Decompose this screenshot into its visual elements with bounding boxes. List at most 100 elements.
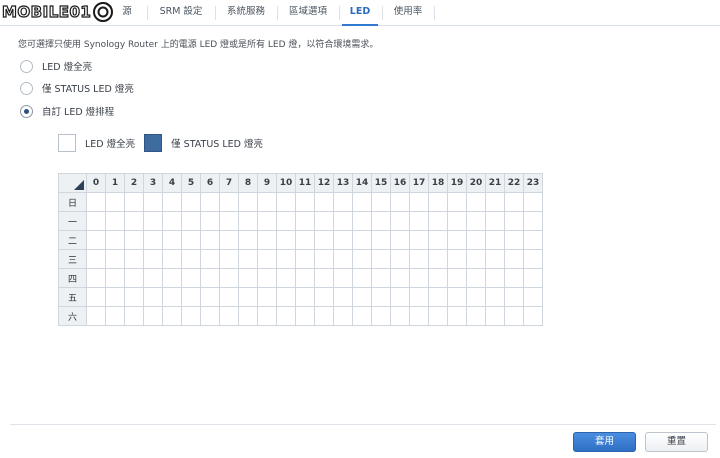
schedule-cell[interactable] bbox=[504, 192, 524, 212]
schedule-cell[interactable] bbox=[86, 230, 106, 250]
schedule-cell[interactable] bbox=[86, 249, 106, 269]
hour-header[interactable]: 21 bbox=[485, 173, 505, 193]
schedule-cell[interactable] bbox=[295, 287, 315, 307]
schedule-cell[interactable] bbox=[200, 211, 220, 231]
schedule-cell[interactable] bbox=[428, 249, 448, 269]
hour-header[interactable]: 12 bbox=[314, 173, 334, 193]
schedule-cell[interactable] bbox=[124, 230, 144, 250]
schedule-cell[interactable] bbox=[409, 306, 429, 326]
schedule-cell[interactable] bbox=[333, 249, 353, 269]
schedule-cell[interactable] bbox=[238, 211, 258, 231]
option-status-only[interactable]: 僅 STATUS LED 燈亮 bbox=[20, 81, 134, 95]
schedule-cell[interactable] bbox=[504, 268, 524, 288]
radio-status-only[interactable] bbox=[20, 81, 33, 95]
day-header[interactable]: 四 bbox=[58, 268, 87, 288]
schedule-cell[interactable] bbox=[314, 249, 334, 269]
radio-custom-schedule[interactable] bbox=[20, 104, 33, 118]
schedule-cell[interactable] bbox=[86, 287, 106, 307]
schedule-cell[interactable] bbox=[409, 287, 429, 307]
hour-header[interactable]: 15 bbox=[371, 173, 391, 193]
radio-all-on[interactable] bbox=[20, 59, 33, 73]
schedule-cell[interactable] bbox=[181, 268, 201, 288]
schedule-cell[interactable] bbox=[124, 211, 144, 231]
schedule-cell[interactable] bbox=[295, 211, 315, 231]
schedule-cell[interactable] bbox=[352, 211, 372, 231]
schedule-cell[interactable] bbox=[409, 230, 429, 250]
schedule-cell[interactable] bbox=[181, 230, 201, 250]
schedule-cell[interactable] bbox=[314, 192, 334, 212]
schedule-cell[interactable] bbox=[371, 287, 391, 307]
schedule-cell[interactable] bbox=[86, 192, 106, 212]
schedule-cell[interactable] bbox=[352, 287, 372, 307]
schedule-cell[interactable] bbox=[352, 192, 372, 212]
schedule-cell[interactable] bbox=[86, 268, 106, 288]
schedule-cell[interactable] bbox=[105, 211, 125, 231]
tab-system-services[interactable]: 系統服務 bbox=[220, 0, 272, 26]
option-custom-schedule[interactable]: 自訂 LED 燈排程 bbox=[20, 104, 114, 118]
schedule-cell[interactable] bbox=[409, 192, 429, 212]
schedule-cell[interactable] bbox=[466, 192, 486, 212]
hour-header[interactable]: 0 bbox=[86, 173, 106, 193]
schedule-cell[interactable] bbox=[447, 211, 467, 231]
schedule-cell[interactable] bbox=[124, 268, 144, 288]
hour-header[interactable]: 20 bbox=[466, 173, 486, 193]
apply-button[interactable]: 套用 bbox=[573, 432, 636, 452]
day-header[interactable]: 五 bbox=[58, 287, 87, 307]
schedule-cell[interactable] bbox=[447, 249, 467, 269]
schedule-cell[interactable] bbox=[257, 249, 277, 269]
schedule-cell[interactable] bbox=[390, 211, 410, 231]
schedule-cell[interactable] bbox=[276, 192, 296, 212]
schedule-cell[interactable] bbox=[523, 230, 543, 250]
schedule-cell[interactable] bbox=[200, 249, 220, 269]
schedule-cell[interactable] bbox=[295, 192, 315, 212]
schedule-cell[interactable] bbox=[105, 192, 125, 212]
schedule-cell[interactable] bbox=[86, 306, 106, 326]
day-header[interactable]: 日 bbox=[58, 192, 87, 212]
schedule-cell[interactable] bbox=[200, 306, 220, 326]
schedule-cell[interactable] bbox=[485, 211, 505, 231]
schedule-cell[interactable] bbox=[200, 268, 220, 288]
hour-header[interactable]: 9 bbox=[257, 173, 277, 193]
schedule-cell[interactable] bbox=[143, 249, 163, 269]
tab-srm-settings[interactable]: SRM 設定 bbox=[152, 0, 210, 26]
schedule-cell[interactable] bbox=[257, 211, 277, 231]
schedule-cell[interactable] bbox=[105, 306, 125, 326]
schedule-cell[interactable] bbox=[219, 268, 239, 288]
schedule-cell[interactable] bbox=[276, 268, 296, 288]
schedule-cell[interactable] bbox=[333, 306, 353, 326]
schedule-cell[interactable] bbox=[162, 306, 182, 326]
schedule-cell[interactable] bbox=[257, 268, 277, 288]
schedule-cell[interactable] bbox=[428, 306, 448, 326]
schedule-cell[interactable] bbox=[105, 287, 125, 307]
schedule-cell[interactable] bbox=[447, 306, 467, 326]
schedule-cell[interactable] bbox=[143, 287, 163, 307]
schedule-cell[interactable] bbox=[352, 230, 372, 250]
schedule-cell[interactable] bbox=[314, 268, 334, 288]
schedule-cell[interactable] bbox=[143, 268, 163, 288]
schedule-cell[interactable] bbox=[523, 211, 543, 231]
schedule-cell[interactable] bbox=[200, 230, 220, 250]
schedule-cell[interactable] bbox=[181, 287, 201, 307]
hour-header[interactable]: 5 bbox=[181, 173, 201, 193]
schedule-cell[interactable] bbox=[523, 249, 543, 269]
schedule-cell[interactable] bbox=[295, 230, 315, 250]
schedule-cell[interactable] bbox=[238, 192, 258, 212]
schedule-cell[interactable] bbox=[390, 249, 410, 269]
hour-header[interactable]: 23 bbox=[523, 173, 543, 193]
schedule-cell[interactable] bbox=[390, 268, 410, 288]
schedule-cell[interactable] bbox=[219, 211, 239, 231]
schedule-cell[interactable] bbox=[428, 287, 448, 307]
schedule-cell[interactable] bbox=[504, 306, 524, 326]
schedule-cell[interactable] bbox=[143, 306, 163, 326]
schedule-cell[interactable] bbox=[143, 230, 163, 250]
schedule-cell[interactable] bbox=[238, 306, 258, 326]
schedule-cell[interactable] bbox=[105, 230, 125, 250]
hour-header[interactable]: 18 bbox=[428, 173, 448, 193]
schedule-cell[interactable] bbox=[409, 249, 429, 269]
hour-header[interactable]: 17 bbox=[409, 173, 429, 193]
hour-header[interactable]: 1 bbox=[105, 173, 125, 193]
schedule-cell[interactable] bbox=[352, 268, 372, 288]
schedule-cell[interactable] bbox=[371, 268, 391, 288]
schedule-cell[interactable] bbox=[200, 287, 220, 307]
schedule-cell[interactable] bbox=[276, 287, 296, 307]
